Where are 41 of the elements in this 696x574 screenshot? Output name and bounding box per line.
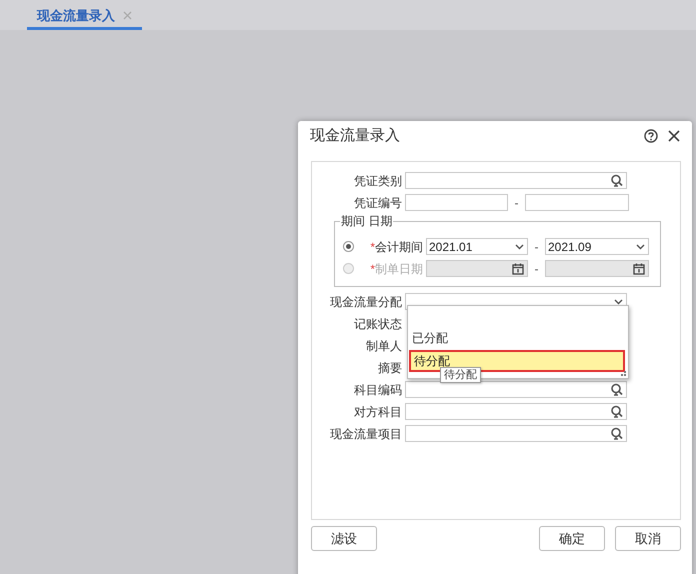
- search-icon[interactable]: [610, 405, 623, 418]
- field-label: 凭证编号: [353, 194, 403, 212]
- help-icon[interactable]: [644, 129, 658, 143]
- resize-grip-icon[interactable]: [621, 371, 626, 376]
- field-label: *会计期间: [369, 238, 424, 256]
- button[interactable]: 滤设: [311, 526, 377, 551]
- field-label: 科目编码: [353, 382, 403, 398]
- button[interactable]: 确定: [539, 526, 605, 551]
- search-icon[interactable]: [610, 383, 623, 396]
- group-legend: 期间 日期: [340, 214, 394, 228]
- field-label: *制单日期: [369, 260, 424, 278]
- lookup-field[interactable]: [405, 172, 627, 189]
- field-label: 现金流量分配: [329, 294, 403, 310]
- field-label: 摘要: [377, 360, 403, 376]
- field-label: 制单人: [365, 338, 403, 354]
- lookup-field[interactable]: [405, 381, 627, 398]
- search-icon[interactable]: [610, 427, 623, 440]
- close-icon[interactable]: [668, 130, 680, 142]
- dropdown-option[interactable]: 已分配: [408, 328, 628, 348]
- field-label: 凭证类别: [353, 172, 403, 190]
- select-field[interactable]: 2021.09: [545, 238, 649, 255]
- select-field[interactable]: 2021.01: [426, 238, 528, 255]
- radio-button[interactable]: [343, 241, 354, 252]
- range-separator: -: [514, 194, 520, 212]
- button[interactable]: 取消: [615, 526, 681, 551]
- dialog-title: 现金流量录入: [310, 126, 400, 146]
- field-label: 对方科目: [353, 404, 403, 420]
- input-field[interactable]: [525, 194, 629, 211]
- chevron-down-icon[interactable]: [614, 298, 623, 304]
- chevron-down-icon[interactable]: [515, 244, 524, 250]
- lookup-field[interactable]: [405, 425, 627, 442]
- range-separator: -: [534, 238, 540, 256]
- input-field[interactable]: [405, 194, 508, 211]
- field-label: 记账状态: [353, 316, 403, 332]
- tooltip: 待分配: [440, 367, 481, 383]
- field-label: 现金流量项目: [329, 426, 403, 442]
- tab[interactable]: 现金流量录入: [27, 4, 142, 30]
- range-separator: -: [534, 260, 540, 278]
- search-icon[interactable]: [610, 174, 623, 187]
- lookup-field[interactable]: [405, 403, 627, 420]
- chevron-down-icon[interactable]: [636, 244, 645, 250]
